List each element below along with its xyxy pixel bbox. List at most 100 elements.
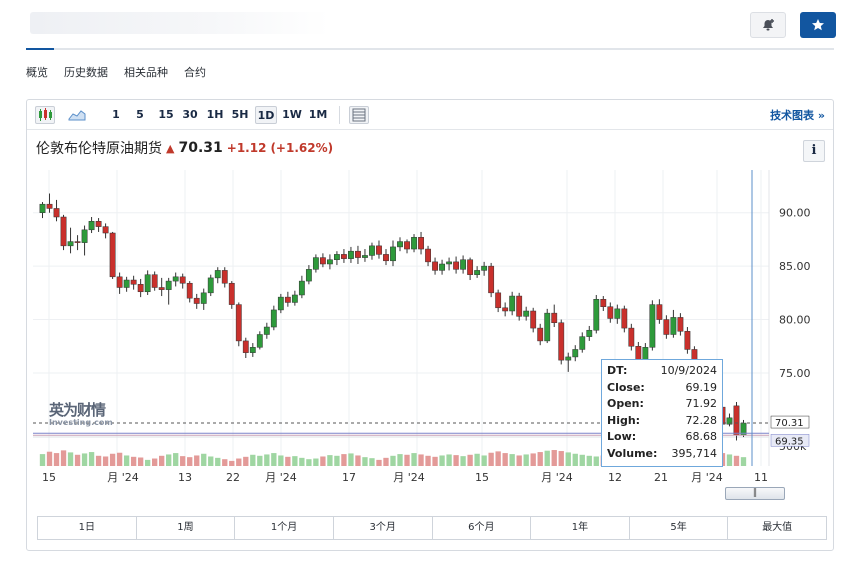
volume-bar bbox=[320, 456, 326, 466]
candle-body bbox=[404, 241, 410, 250]
volume-bar bbox=[229, 460, 235, 466]
range-1y[interactable]: 1年 bbox=[531, 517, 630, 539]
candle-body bbox=[102, 226, 109, 234]
volume-bar bbox=[432, 456, 438, 466]
volume-bar bbox=[173, 453, 179, 466]
volume-bar bbox=[474, 453, 480, 466]
candle-tooltip: DT: 10/9/2024 Close: 69.19 Open: 71.92 High… bbox=[601, 359, 723, 467]
range-6m[interactable]: 6个月 bbox=[433, 517, 532, 539]
range-1w[interactable]: 1周 bbox=[137, 517, 236, 539]
candle-body bbox=[418, 237, 424, 250]
add-alert-button[interactable] bbox=[750, 12, 786, 38]
volume-bar bbox=[495, 451, 501, 466]
candle-body bbox=[193, 297, 200, 304]
volume-bar bbox=[116, 452, 123, 466]
candle-body bbox=[137, 284, 144, 293]
volume-bar bbox=[502, 453, 508, 466]
candle-body bbox=[284, 296, 291, 303]
volume-bar bbox=[222, 459, 228, 466]
candle-body bbox=[579, 336, 586, 350]
volume-bar bbox=[67, 452, 74, 466]
subnav-history[interactable]: 历史数据 bbox=[64, 64, 108, 80]
volume-bar bbox=[355, 455, 361, 466]
investing-logo: 英为财情 Investing.com bbox=[49, 399, 113, 427]
candle-body bbox=[677, 317, 684, 332]
candle-body bbox=[221, 270, 228, 284]
candle-body bbox=[312, 257, 319, 270]
volume-bar bbox=[180, 456, 186, 466]
navigator-scroll-handle[interactable]: ‖ bbox=[725, 487, 785, 500]
tab-divider bbox=[26, 48, 834, 50]
candle-body bbox=[165, 280, 172, 290]
volume-bar bbox=[74, 454, 81, 466]
candle-body bbox=[67, 241, 74, 247]
volume-bar bbox=[733, 455, 740, 466]
candle-body bbox=[425, 248, 431, 263]
candle-body bbox=[130, 279, 137, 285]
candle-body bbox=[334, 254, 340, 260]
range-1d[interactable]: 1日 bbox=[38, 517, 137, 539]
volume-bar bbox=[236, 458, 242, 466]
candle-body bbox=[621, 308, 628, 329]
volume-bar bbox=[740, 457, 747, 466]
ref-price-label: 69.35 bbox=[775, 436, 804, 447]
candle-body bbox=[277, 296, 284, 311]
tooltip-label: DT: bbox=[607, 364, 628, 377]
volume-bar bbox=[313, 458, 319, 466]
tooltip-value: 395,714 bbox=[671, 446, 718, 460]
candle-body bbox=[355, 250, 361, 258]
candle-body bbox=[593, 299, 600, 331]
range-1m[interactable]: 1个月 bbox=[235, 517, 334, 539]
x-tick-label: 月 '24 bbox=[393, 471, 425, 484]
volume-bar bbox=[137, 457, 144, 466]
candle-body bbox=[481, 265, 488, 271]
volume-bar bbox=[530, 453, 536, 466]
volume-bar bbox=[292, 456, 298, 466]
volume-bar bbox=[579, 454, 585, 466]
y-tick-label: 80.00 bbox=[779, 314, 811, 327]
candle-body bbox=[572, 349, 579, 358]
volume-bar bbox=[285, 456, 291, 466]
volume-bar bbox=[144, 459, 151, 466]
tooltip-label: Close: bbox=[607, 380, 645, 394]
tooltip-value: 69.19 bbox=[685, 380, 718, 394]
tooltip-label: High: bbox=[607, 413, 641, 427]
candle-body bbox=[530, 310, 537, 329]
candle-body bbox=[656, 304, 663, 320]
candle-body bbox=[341, 254, 347, 259]
candle-body bbox=[558, 322, 565, 361]
range-3m[interactable]: 3个月 bbox=[334, 517, 433, 539]
candle-body bbox=[362, 255, 368, 258]
subnav-related[interactable]: 相关品种 bbox=[124, 64, 168, 80]
candle-body bbox=[46, 203, 53, 209]
watchlist-star-button[interactable] bbox=[800, 12, 836, 38]
volume-bar bbox=[151, 458, 158, 466]
range-5y[interactable]: 5年 bbox=[630, 517, 729, 539]
subnav-contracts[interactable]: 合约 bbox=[184, 64, 206, 80]
subnav-overview[interactable]: 概览 bbox=[26, 64, 48, 80]
volume-bar bbox=[586, 455, 592, 466]
volume-bar bbox=[130, 456, 137, 466]
volume-bar bbox=[411, 453, 417, 466]
candle-body bbox=[144, 274, 151, 293]
tooltip-label: Open: bbox=[607, 397, 644, 410]
candle-body bbox=[565, 356, 572, 361]
x-tick-label: 15 bbox=[475, 471, 489, 484]
tooltip-row: High: 72.28 bbox=[607, 413, 717, 430]
logo-chinese: 英为财情 bbox=[49, 401, 106, 419]
volume-bar bbox=[425, 455, 431, 466]
chart-card: 1 5 15 30 1H 5H 1D 1W 1M 技术图表 » 伦敦布伦特原油期… bbox=[26, 99, 834, 551]
volume-bar bbox=[250, 454, 256, 466]
tab-active-indicator bbox=[26, 48, 54, 50]
volume-bar bbox=[243, 456, 249, 466]
x-tick-label: 月 '24 bbox=[107, 471, 139, 484]
range-max[interactable]: 最大值 bbox=[728, 517, 826, 539]
candle-body bbox=[249, 347, 256, 353]
volume-bar bbox=[383, 457, 389, 466]
candle-body bbox=[544, 312, 551, 342]
x-tick-label: 21 bbox=[654, 471, 668, 484]
x-tick-label: 12 bbox=[608, 471, 622, 484]
volume-bar bbox=[123, 455, 130, 466]
volume-bar bbox=[516, 455, 522, 466]
candle-body bbox=[432, 261, 438, 271]
